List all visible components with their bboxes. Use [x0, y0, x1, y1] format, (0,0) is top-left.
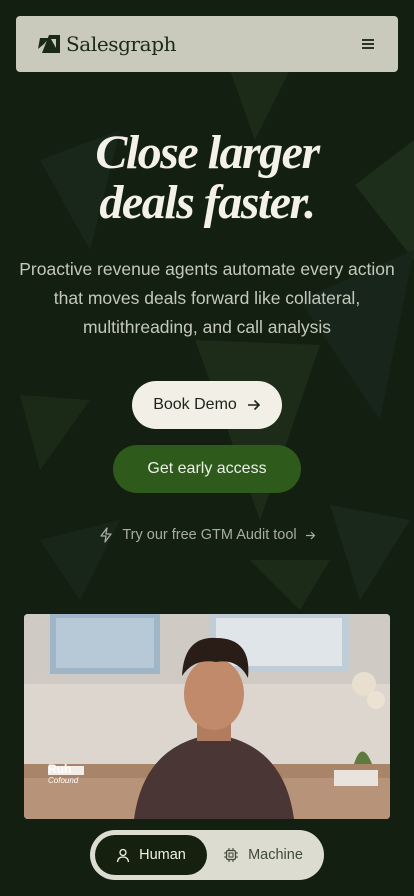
hero-title-line1: Close larger — [95, 126, 320, 179]
chip-icon — [224, 848, 239, 862]
get-early-access-button[interactable]: Get early access — [113, 445, 301, 493]
lightning-bolt-icon — [100, 527, 112, 543]
early-access-label: Get early access — [147, 460, 267, 477]
top-nav-bar: Salesgraph — [16, 16, 398, 72]
hero-subtitle: Proactive revenue agents automate every … — [19, 259, 395, 337]
toggle-machine[interactable]: Machine — [207, 835, 319, 875]
hero-title: Close larger deals faster. — [0, 128, 414, 228]
toggle-machine-label: Machine — [248, 847, 303, 863]
video-frame — [24, 614, 390, 819]
video-overlay-title: Ruh — [48, 762, 72, 776]
brand[interactable]: Salesgraph — [36, 32, 176, 56]
hamburger-menu-icon[interactable] — [360, 37, 376, 51]
salesgraph-logo-icon — [38, 35, 60, 53]
hero-title-line2: deals faster. — [99, 176, 316, 229]
human-machine-toggle: Human Machine — [90, 830, 324, 880]
person-icon — [116, 848, 130, 862]
arrow-right-icon — [247, 399, 260, 411]
gtm-audit-label: Try our free GTM Audit tool — [122, 527, 297, 543]
book-demo-label: Book Demo — [153, 396, 237, 413]
toggle-human-label: Human — [139, 847, 186, 863]
brand-name: Salesgraph — [66, 32, 177, 56]
book-demo-button[interactable]: Book Demo — [132, 381, 282, 429]
video-player[interactable]: Ruh Cofound — [24, 614, 390, 819]
gtm-audit-link[interactable]: Try our free GTM Audit tool — [0, 524, 414, 546]
toggle-human[interactable]: Human — [95, 835, 207, 875]
arrow-right-icon — [305, 531, 316, 539]
video-overlay-subtitle: Cofound — [48, 776, 79, 785]
